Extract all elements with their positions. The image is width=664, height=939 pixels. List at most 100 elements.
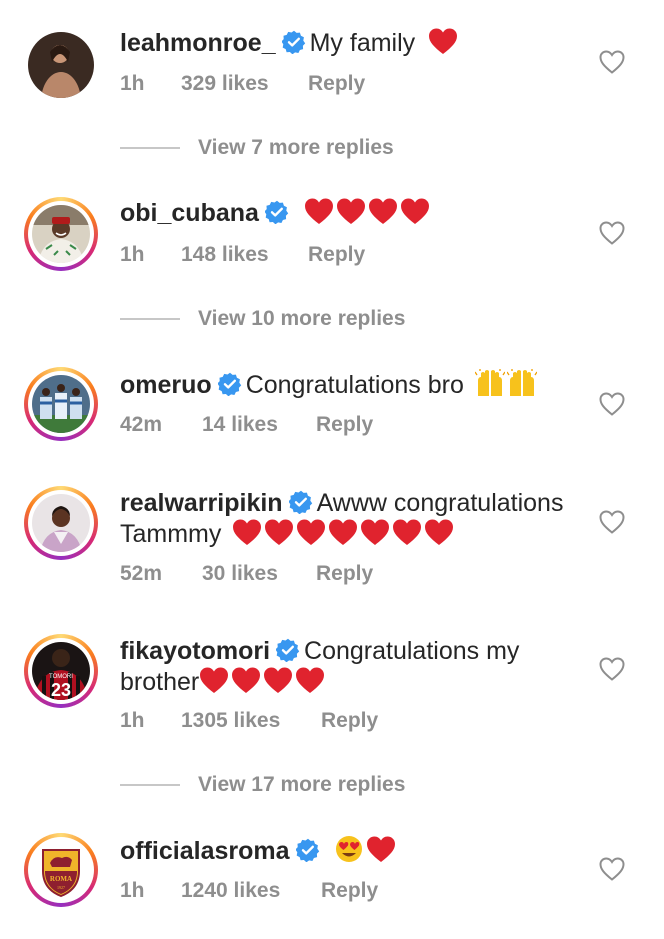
red-heart-emoji: [199, 667, 229, 694]
comment-body: officialasroma: [120, 835, 590, 867]
view-replies-label[interactable]: View 10 more replies: [198, 304, 405, 334]
like-heart-icon[interactable]: [599, 657, 625, 681]
red-heart-emoji: [428, 28, 458, 55]
comment-line-1: realwarripikin Awww congratulations: [120, 488, 590, 519]
raising-hands-emoji: [474, 369, 505, 397]
red-heart-emoji: [295, 667, 325, 694]
avatar-photo: TOMORI 23: [32, 642, 90, 700]
comment-body: fikayotomori Congratulations my brother: [120, 636, 590, 698]
likes-count[interactable]: 1305 likes: [181, 709, 280, 733]
avatar[interactable]: [24, 367, 98, 441]
raising-hands-emoji: [506, 369, 537, 397]
red-heart-emoji: [366, 836, 396, 863]
avatar-ring-gap: [28, 371, 94, 437]
reply-button[interactable]: Reply: [308, 72, 365, 96]
avatar-ring-gap: [28, 490, 94, 556]
comment-line-2: brother: [120, 667, 590, 698]
timestamp: 1h: [120, 879, 145, 902]
roma-label: ROMA: [50, 875, 72, 883]
red-heart-emoji: [231, 667, 261, 694]
like-heart-icon[interactable]: [599, 221, 625, 245]
likes-count[interactable]: 148 likes: [181, 243, 269, 267]
reply-button[interactable]: Reply: [308, 243, 365, 267]
red-heart-emoji: [264, 519, 294, 546]
verified-badge-icon: [295, 838, 320, 862]
avatar-photo: [32, 205, 90, 263]
comments-thread: leahmonroe_ My family 1h 329 likes Reply …: [0, 0, 664, 939]
view-more-replies[interactable]: View 17 more replies: [120, 770, 520, 800]
avatar[interactable]: ROMA 1927: [24, 833, 98, 907]
verified-badge-icon: [276, 638, 300, 662]
username[interactable]: officialasroma: [120, 837, 290, 865]
comment-line-2: Tammmy: [120, 519, 590, 550]
avatar-ring-gap: [28, 201, 94, 267]
comment-text-continued: brother: [120, 668, 200, 696]
comment-text: Awww congratulations: [316, 489, 564, 517]
avatar[interactable]: [24, 197, 98, 271]
red-heart-emoji: [328, 519, 358, 546]
timestamp: 42m: [120, 413, 163, 436]
avatar[interactable]: TOMORI 23: [24, 634, 98, 708]
red-heart-emoji: [360, 519, 390, 546]
comment-line-1: fikayotomori Congratulations my: [120, 636, 590, 667]
timestamp: 1h: [120, 243, 145, 266]
comment-text-continued: Tammmy: [120, 520, 222, 548]
red-heart-emoji: [304, 198, 334, 225]
likes-count[interactable]: 14 likes: [202, 413, 278, 437]
likes-count[interactable]: 1240 likes: [181, 879, 280, 903]
red-heart-emoji: [400, 198, 430, 225]
verified-badge-icon: [217, 372, 242, 396]
like-heart-icon[interactable]: [599, 510, 625, 534]
avatar-ring-gap: ROMA 1927: [28, 837, 94, 903]
username[interactable]: leahmonroe_: [120, 29, 276, 57]
avatar-photo: [32, 494, 90, 552]
like-heart-icon[interactable]: [599, 857, 625, 881]
red-heart-emoji: [296, 519, 326, 546]
reply-divider-line: [120, 784, 180, 786]
avatar-ring-gap: TOMORI 23: [28, 638, 94, 704]
red-heart-emoji: [392, 519, 422, 546]
avatar-photo: [32, 375, 90, 433]
view-more-replies[interactable]: View 7 more replies: [120, 133, 520, 163]
likes-count[interactable]: 30 likes: [202, 562, 278, 586]
reply-divider-line: [120, 147, 180, 149]
username[interactable]: fikayotomori: [120, 637, 270, 665]
view-more-replies[interactable]: View 10 more replies: [120, 304, 520, 334]
comment-text: Congratulations my: [304, 637, 520, 665]
avatar[interactable]: [24, 486, 98, 560]
jersey-number: 23: [51, 680, 71, 700]
username[interactable]: omeruo: [120, 371, 212, 399]
like-heart-icon[interactable]: [599, 50, 625, 74]
avatar-photo: ROMA 1927: [32, 841, 90, 899]
avatar[interactable]: [24, 28, 98, 102]
username[interactable]: realwarripikin: [120, 489, 283, 517]
reply-button[interactable]: Reply: [316, 562, 373, 586]
red-heart-emoji: [424, 519, 454, 546]
red-heart-emoji: [232, 519, 262, 546]
avatar-photo: [28, 32, 94, 98]
view-replies-label[interactable]: View 7 more replies: [198, 133, 394, 163]
red-heart-emoji: [368, 198, 398, 225]
verified-badge-icon: [288, 490, 313, 514]
comment-body: obi_cubana: [120, 198, 590, 229]
verified-badge-icon: [264, 200, 289, 224]
timestamp: 1h: [120, 709, 145, 732]
roma-year: 1927: [57, 885, 65, 890]
verified-badge-icon: [281, 30, 306, 54]
view-replies-label[interactable]: View 17 more replies: [198, 770, 405, 800]
likes-count[interactable]: 329 likes: [181, 72, 269, 96]
comment-body: omeruo Congratulations bro: [120, 369, 590, 401]
reply-button[interactable]: Reply: [321, 879, 378, 903]
comment-text: Congratulations bro: [245, 371, 464, 399]
comment-body: realwarripikin Awww congratulations Tammm…: [120, 488, 590, 550]
username[interactable]: obi_cubana: [120, 199, 259, 227]
like-heart-icon[interactable]: [599, 392, 625, 416]
reply-divider-line: [120, 318, 180, 320]
comment-body: leahmonroe_ My family: [120, 28, 590, 59]
timestamp: 1h: [120, 72, 145, 95]
reply-button[interactable]: Reply: [316, 413, 373, 437]
heart-eyes-emoji: [334, 835, 364, 863]
timestamp: 52m: [120, 562, 163, 585]
reply-button[interactable]: Reply: [321, 709, 378, 733]
red-heart-emoji: [336, 198, 366, 225]
